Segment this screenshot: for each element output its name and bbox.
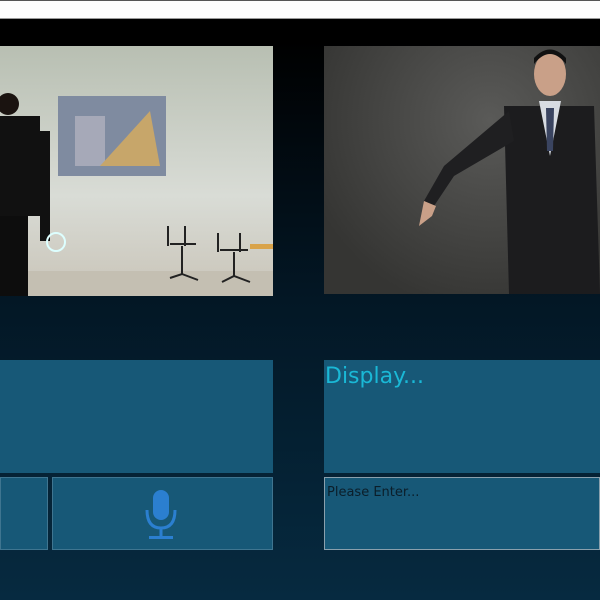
camera-feed <box>0 46 273 296</box>
display-panel: Display... <box>324 360 600 473</box>
avatar-figure <box>419 49 600 294</box>
microphone-button[interactable] <box>52 477 273 550</box>
avatar-view <box>324 46 600 294</box>
side-button[interactable] <box>0 477 48 550</box>
hand-tracking-marker <box>46 232 66 252</box>
display-text: Display... <box>325 364 424 389</box>
text-input-placeholder: Please Enter... <box>327 485 420 500</box>
microphone-icon <box>145 490 177 539</box>
camera-scene <box>0 93 273 296</box>
output-panel-left <box>0 360 273 473</box>
person <box>0 93 66 296</box>
text-input[interactable]: Please Enter... <box>324 477 600 550</box>
title-bar <box>0 0 600 19</box>
